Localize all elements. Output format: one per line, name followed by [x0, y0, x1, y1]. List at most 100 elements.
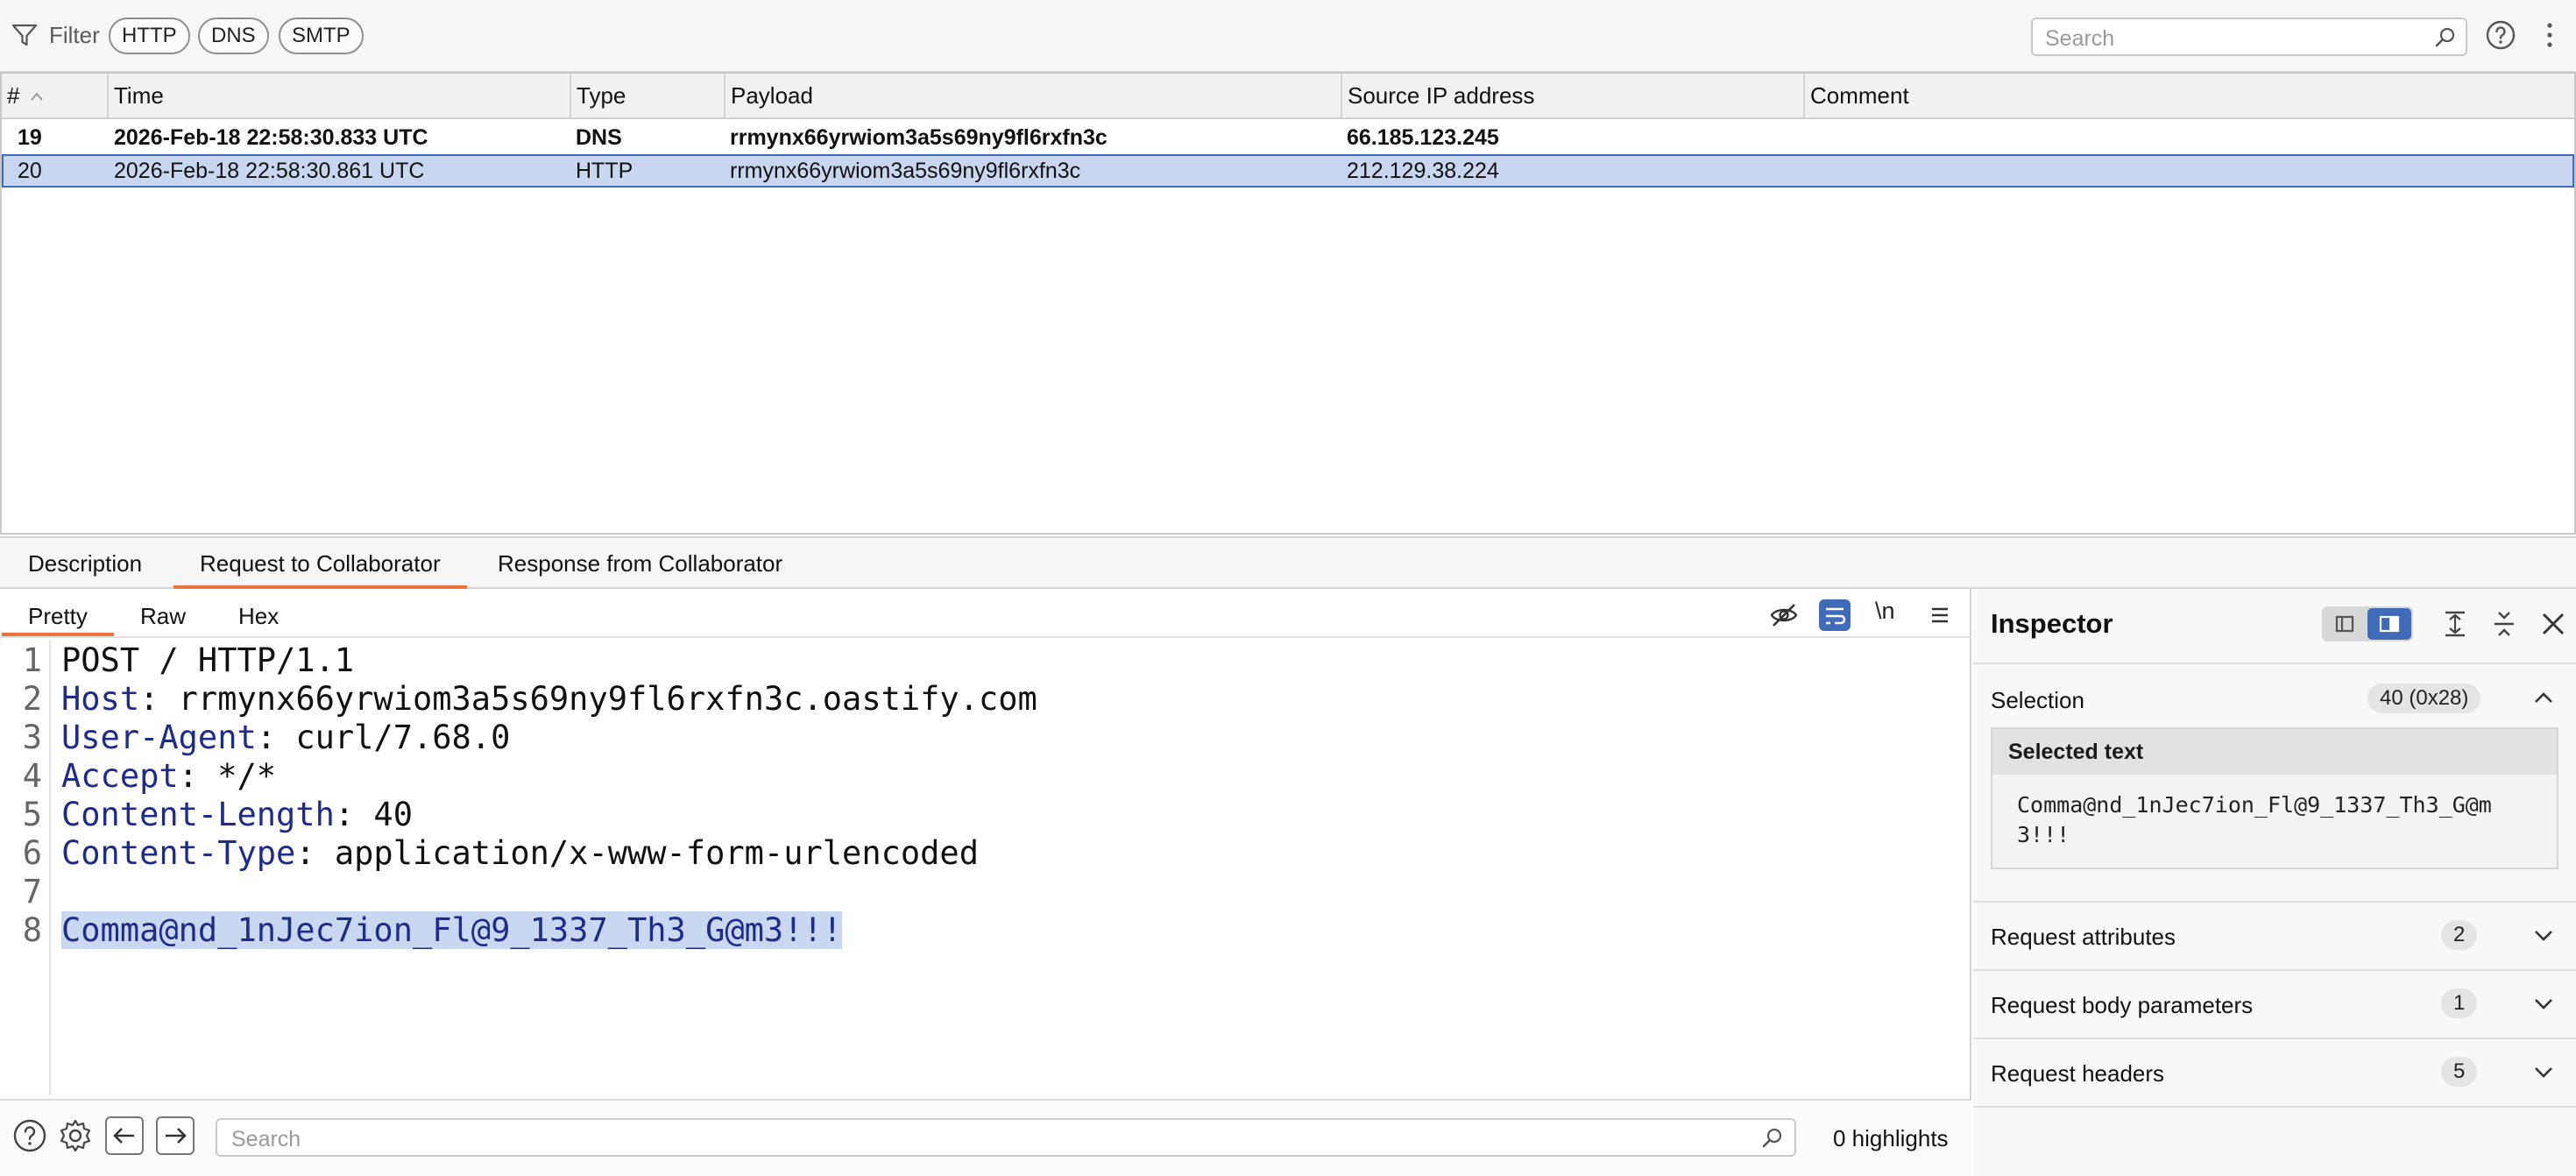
header-value: : 40	[334, 796, 413, 833]
help-icon[interactable]	[12, 1118, 47, 1153]
view-tabs: Pretty Raw Hex \n	[0, 589, 1971, 638]
section-label: Request headers	[1991, 1060, 2165, 1087]
filter-bar: Filter HTTP DNS SMTP Search	[0, 0, 2576, 72]
chevron-up-icon[interactable]	[2532, 687, 2555, 710]
line-number: 2	[22, 680, 42, 718]
line-number-gutter: 1 2 3 4 5 6 7 8	[0, 640, 51, 1095]
collapse-all-icon[interactable]	[2488, 608, 2520, 640]
table-row-selected[interactable]: 20 2026-Feb-18 22:58:30.861 UTC HTTP rrm…	[2, 154, 2574, 188]
cell-payload: rrmynx66yrwiom3a5s69ny9fl6rxfn3c	[730, 125, 1108, 150]
tab-raw[interactable]: Raw	[114, 589, 212, 636]
selected-body-text[interactable]: Comma@nd_1nJec7ion_Fl@9_1337_Th3_G@m3!!!	[61, 911, 843, 949]
header-key: Accept	[61, 757, 179, 795]
filter-pill-smtp[interactable]: SMTP	[279, 18, 364, 54]
menu-icon[interactable]	[1924, 599, 1956, 631]
table-header: # Time Type Payload Source IP address Co…	[2, 74, 2574, 119]
filter-pill-http[interactable]: HTTP	[109, 18, 190, 54]
filter-icon[interactable]	[11, 21, 39, 49]
request-line: POST / HTTP/1.1	[61, 641, 355, 679]
header-value: : */*	[178, 757, 277, 795]
cell-source-ip: 66.185.123.245	[1347, 125, 1499, 150]
header-key: Content-Type	[61, 834, 296, 872]
selected-text-box: Selected text Comma@nd_1nJec7ion_Fl@9_13…	[1991, 727, 2558, 869]
column-header-source-ip[interactable]: Source IP address	[1342, 74, 1805, 117]
interactions-table: # Time Type Payload Source IP address Co…	[0, 72, 2576, 535]
filter-label[interactable]: Filter	[49, 22, 100, 49]
selected-text-header: Selected text	[1992, 729, 2557, 775]
request-editor: Pretty Raw Hex \n 1 2 3 4 5 6 7 8 POST /…	[0, 589, 1971, 1176]
column-header-time[interactable]: Time	[109, 74, 571, 117]
previous-button[interactable]	[105, 1116, 144, 1155]
filter-pill-dns[interactable]: DNS	[198, 18, 269, 54]
request-body-line: Comma@nd_1nJec7ion_Fl@9_1337_Th3_G@m3!!!	[61, 911, 843, 949]
header-value: : application/x-www-form-urlencoded	[295, 834, 979, 872]
tab-hex[interactable]: Hex	[212, 589, 305, 636]
column-header-number[interactable]: #	[2, 74, 109, 117]
line-number: 6	[22, 834, 42, 872]
wrap-icon[interactable]	[1819, 599, 1851, 631]
hide-icon[interactable]	[1768, 599, 1800, 631]
cell-number: 20	[18, 159, 42, 183]
line-number: 4	[22, 757, 42, 795]
settings-icon[interactable]	[58, 1118, 93, 1153]
request-headers-section[interactable]: Request headers 5	[1973, 1038, 2576, 1108]
header-key: Host	[61, 680, 140, 718]
column-header-comment[interactable]: Comment	[1805, 74, 2574, 117]
column-header-payload[interactable]: Payload	[725, 74, 1342, 117]
editor-search-input[interactable]: Search	[216, 1118, 1796, 1157]
tab-response-from-collaborator[interactable]: Response from Collaborator	[471, 538, 809, 589]
cell-payload: rrmynx66yrwiom3a5s69ny9fl6rxfn3c	[730, 159, 1081, 183]
help-icon[interactable]	[2485, 19, 2516, 51]
chevron-down-icon[interactable]	[2532, 992, 2555, 1015]
cell-number: 19	[18, 125, 42, 150]
inspector-panel: Inspector Selection 40 (0x28) Selected t…	[1973, 589, 2576, 1176]
tab-description[interactable]: Description	[2, 538, 168, 589]
cell-type: HTTP	[576, 159, 633, 183]
tab-request-to-collaborator[interactable]: Request to Collaborator	[173, 538, 467, 589]
cell-type: DNS	[576, 125, 622, 150]
expand-all-icon[interactable]	[2439, 608, 2471, 640]
header-line-user-agent: User-Agent: curl/7.68.0	[61, 719, 510, 756]
line-number: 1	[22, 641, 42, 679]
section-label: Request attributes	[1991, 924, 2176, 950]
request-body-parameters-section[interactable]: Request body parameters 1	[1973, 969, 2576, 1038]
line-number: 8	[22, 911, 42, 949]
header-line-content-length: Content-Length: 40	[61, 796, 413, 833]
cell-source-ip: 212.129.38.224	[1347, 159, 1499, 183]
line-number: 5	[22, 796, 42, 833]
count-badge: 5	[2441, 1057, 2478, 1087]
editor-search-placeholder: Search	[231, 1127, 301, 1151]
column-header-type[interactable]: Type	[571, 74, 725, 117]
section-label: Request body parameters	[1991, 992, 2254, 1018]
arrow-right-icon	[166, 1128, 187, 1144]
search-input[interactable]: Search	[2031, 18, 2467, 56]
chevron-down-icon[interactable]	[2532, 924, 2555, 946]
highlights-count: 0 highlights	[1833, 1125, 1949, 1151]
list-layout-icon[interactable]	[2324, 608, 2366, 640]
sort-ascending-icon	[31, 92, 43, 101]
side-panel-layout-icon[interactable]	[2367, 608, 2411, 640]
header-line-content-type: Content-Type: application/x-www-form-url…	[61, 834, 979, 872]
header-line-host: Host: rrmynx66yrwiom3a5s69ny9fl6rxfn3c.o…	[61, 680, 1037, 718]
selected-text-value[interactable]: Comma@nd_1nJec7ion_Fl@9_1337_Th3_G@m3!!!	[2017, 790, 2543, 850]
selection-label[interactable]: Selection	[1991, 687, 2084, 714]
editor-bottom-bar: Search 0 highlights	[0, 1099, 1971, 1176]
layout-toggle[interactable]	[2322, 606, 2413, 641]
inspector-title: Inspector	[1991, 608, 2113, 639]
newline-toggle[interactable]: \n	[1875, 598, 1895, 625]
search-icon	[2435, 27, 2455, 47]
cell-time: 2026-Feb-18 22:58:30.861 UTC	[114, 159, 425, 183]
tab-pretty[interactable]: Pretty	[2, 589, 114, 636]
close-icon[interactable]	[2539, 610, 2567, 638]
header-value: : rrmynx66yrwiom3a5s69ny9fl6rxfn3c.oasti…	[139, 680, 1037, 718]
more-icon[interactable]	[2541, 19, 2558, 51]
line-number: 3	[22, 719, 42, 756]
next-button[interactable]	[156, 1116, 195, 1155]
request-attributes-section[interactable]: Request attributes 2	[1973, 901, 2576, 969]
code-view[interactable]: 1 2 3 4 5 6 7 8 POST / HTTP/1.1 Host: rr…	[0, 640, 1971, 1095]
table-row[interactable]: 19 2026-Feb-18 22:58:30.833 UTC DNS rrmy…	[2, 121, 2574, 154]
cell-time: 2026-Feb-18 22:58:30.833 UTC	[114, 125, 428, 150]
header-key: Content-Length	[61, 796, 335, 833]
chevron-down-icon[interactable]	[2532, 1060, 2555, 1083]
search-icon	[1762, 1128, 1782, 1148]
